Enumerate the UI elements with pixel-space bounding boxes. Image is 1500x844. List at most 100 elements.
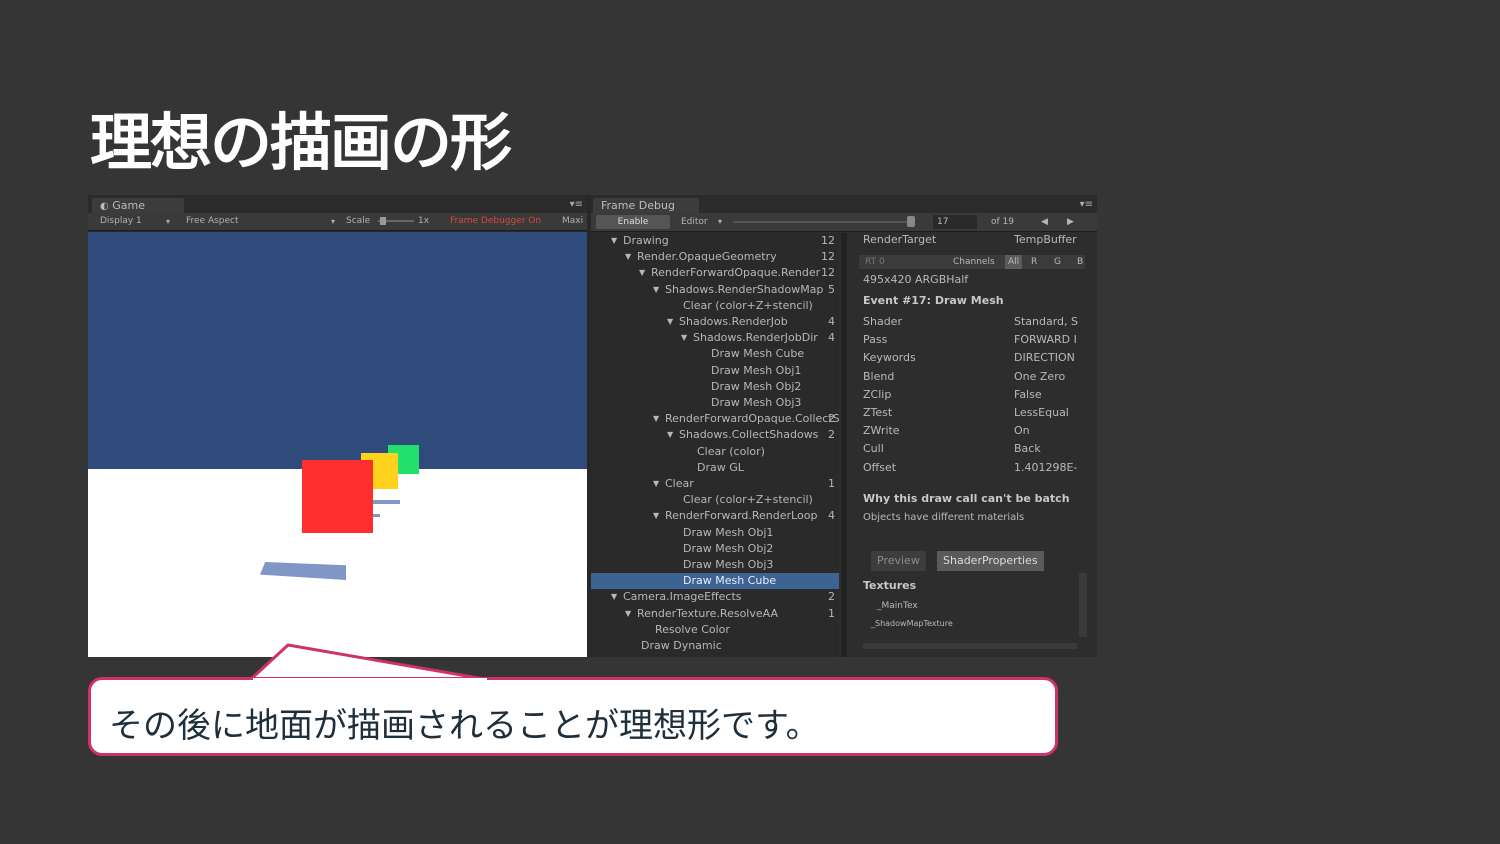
tree-row-label: Camera.ImageEffects [623,590,742,604]
tree-row[interactable]: Draw Dynamic [591,638,839,654]
event-slider[interactable] [733,221,913,223]
property-key: Offset [863,460,897,474]
tree-row[interactable]: Clear (color+Z+stencil) [591,492,839,508]
editor-dropdown[interactable]: Editor [681,213,708,231]
tree-row[interactable]: Draw Mesh Obj3 [591,557,839,573]
tree-row[interactable]: ▼ Shadows.RenderJobDir 4 [591,330,839,346]
expand-arrow-icon[interactable]: ▼ [667,427,673,443]
red-cube [302,460,373,533]
callout-text: その後に地面が描画されることが理想形です。 [109,706,820,746]
detail-scrollbar[interactable] [1079,573,1087,637]
tree-row-count: 2 [828,428,835,442]
event-number-field[interactable]: 17 [933,215,977,229]
tree-row-count: 1 [828,477,835,490]
tree-row[interactable]: ▼ Shadows.RenderJob 4 [591,314,839,330]
expand-arrow-icon[interactable]: ▼ [653,508,659,524]
event-total: of 19 [991,217,1014,227]
tree-row-label: Clear (color+Z+stencil) [683,493,813,507]
expand-arrow-icon[interactable]: ▼ [653,476,659,492]
expand-arrow-icon[interactable]: ▼ [667,314,673,330]
property-value: 1.401298E- [1014,460,1078,474]
tree-row[interactable]: ▼ Clear 1 [591,476,839,492]
tree-row[interactable]: Draw Mesh Obj2 [591,379,839,395]
tree-row[interactable]: ▼ RenderForward.RenderLoop 4 [591,508,839,524]
tab-preview[interactable]: Preview [871,551,926,571]
tree-row[interactable]: ▼ RenderForwardOpaque.Render 12 [591,265,839,281]
tree-row[interactable]: Resolve Color [591,622,839,638]
tree-row-label: Draw Mesh Obj3 [683,558,774,571]
tree-row-label: Shadows.RenderJob [679,315,788,328]
channel-r-button[interactable]: R [1031,255,1037,269]
channels-bar: RT 0 Channels All R G B [859,255,1085,269]
tree-row[interactable]: Draw Mesh Obj1 [591,363,839,379]
expand-arrow-icon[interactable]: ▼ [625,606,631,622]
display-dropdown[interactable]: Display 1 [100,213,142,230]
tree-row-label: Shadows.RenderShadowMap [665,282,824,296]
tree-row[interactable]: ▼ Drawing 12 [591,233,839,249]
tree-row[interactable]: ▼ RenderTexture.ResolveAA 1 [591,606,839,622]
enable-button[interactable]: Enable [596,215,670,229]
expand-arrow-icon[interactable]: ▼ [639,265,645,281]
scale-slider-thumb[interactable] [380,217,386,225]
tab-game[interactable]: ◐ Game [92,198,184,213]
tree-row[interactable]: ▼ Shadows.CollectShadows 2 [591,427,839,443]
scene-sky [88,232,587,469]
tree-row[interactable]: ▼ Camera.ImageEffects 2 [591,589,839,605]
tree-row[interactable]: Draw Mesh Cube [591,346,839,362]
channel-b-button[interactable]: B [1077,255,1083,269]
tree-row-label: Draw Mesh Cube [711,347,805,361]
tree-row-label: Clear (color+Z+stencil) [683,298,813,312]
tree-row[interactable]: ▼ Shadows.RenderShadowMap 5 [591,282,839,298]
textures-title: Textures [863,579,917,592]
event-slider-thumb[interactable] [907,216,915,227]
tree-row-count: 4 [828,331,835,345]
expand-arrow-icon[interactable]: ▼ [653,411,659,427]
prev-event-button[interactable]: ◀ [1041,213,1048,231]
tab-frame-debug[interactable]: Frame Debug [593,198,699,213]
tree-row[interactable]: Clear (color) [591,444,839,460]
property-value: LessEqual [1014,406,1069,419]
rt-dropdown[interactable]: RT 0 [865,255,885,269]
panel-menu-icon[interactable]: ▾≡ [1080,199,1093,210]
tree-row[interactable]: ▼ Render.OpaqueGeometry 12 [591,249,839,265]
render-target-label: RenderTarget [863,233,937,246]
tree-row-label: Draw Mesh Obj1 [683,525,774,539]
tree-row[interactable]: Draw Mesh Cube [591,573,839,590]
tree-row-count: 12 [821,266,835,280]
tree-row-count: 1 [828,606,835,620]
texture-shadowmap: _ShadowMapTexture [871,619,953,628]
channel-all-button[interactable]: All [1005,255,1023,269]
property-key: Blend [863,369,895,383]
tree-row[interactable]: Draw Mesh Obj3 [591,395,839,411]
tree-row[interactable]: Draw GL [591,460,839,476]
frame-debugger-status: Frame Debugger On [450,216,542,226]
property-value: On [1014,424,1030,438]
panel-menu-icon[interactable]: ▾≡ [570,199,583,210]
aspect-dropdown[interactable]: Free Aspect [186,213,239,230]
expand-arrow-icon[interactable]: ▼ [681,330,687,346]
tree-row-count: 2 [828,590,835,604]
tree-row[interactable]: Draw Mesh Obj1 [591,525,839,541]
tree-row-label: RenderForward.RenderLoop [665,509,818,523]
tree-row[interactable]: Draw Mesh Obj2 [591,541,839,557]
detail-hscrollbar[interactable] [863,643,1077,649]
tree-row-label: RenderForwardOpaque.CollectShadows [665,412,839,426]
channel-g-button[interactable]: G [1054,255,1061,269]
render-target-value[interactable]: TempBuffer [1014,233,1077,246]
tree-row-count: 4 [828,315,835,328]
tree-row[interactable]: Clear (color+Z+stencil) [591,298,839,314]
expand-arrow-icon[interactable]: ▼ [611,233,617,249]
property-key: ZTest [863,406,893,419]
maximize-toggle[interactable]: Maxi [562,213,583,230]
expand-arrow-icon[interactable]: ▼ [625,249,631,265]
expand-arrow-icon[interactable]: ▼ [653,282,659,298]
tree-row[interactable]: ▼ RenderForwardOpaque.CollectShadows2 [591,411,839,427]
tree-scrollbar[interactable] [841,233,847,657]
scale-label: Scale [346,216,371,226]
game-viewport[interactable] [88,232,587,657]
tab-shader-properties[interactable]: ShaderProperties [937,551,1044,571]
next-event-button[interactable]: ▶ [1067,213,1074,231]
cube-shadow [260,562,346,580]
expand-arrow-icon[interactable]: ▼ [611,589,617,605]
tree-row-count: 2 [828,412,835,426]
